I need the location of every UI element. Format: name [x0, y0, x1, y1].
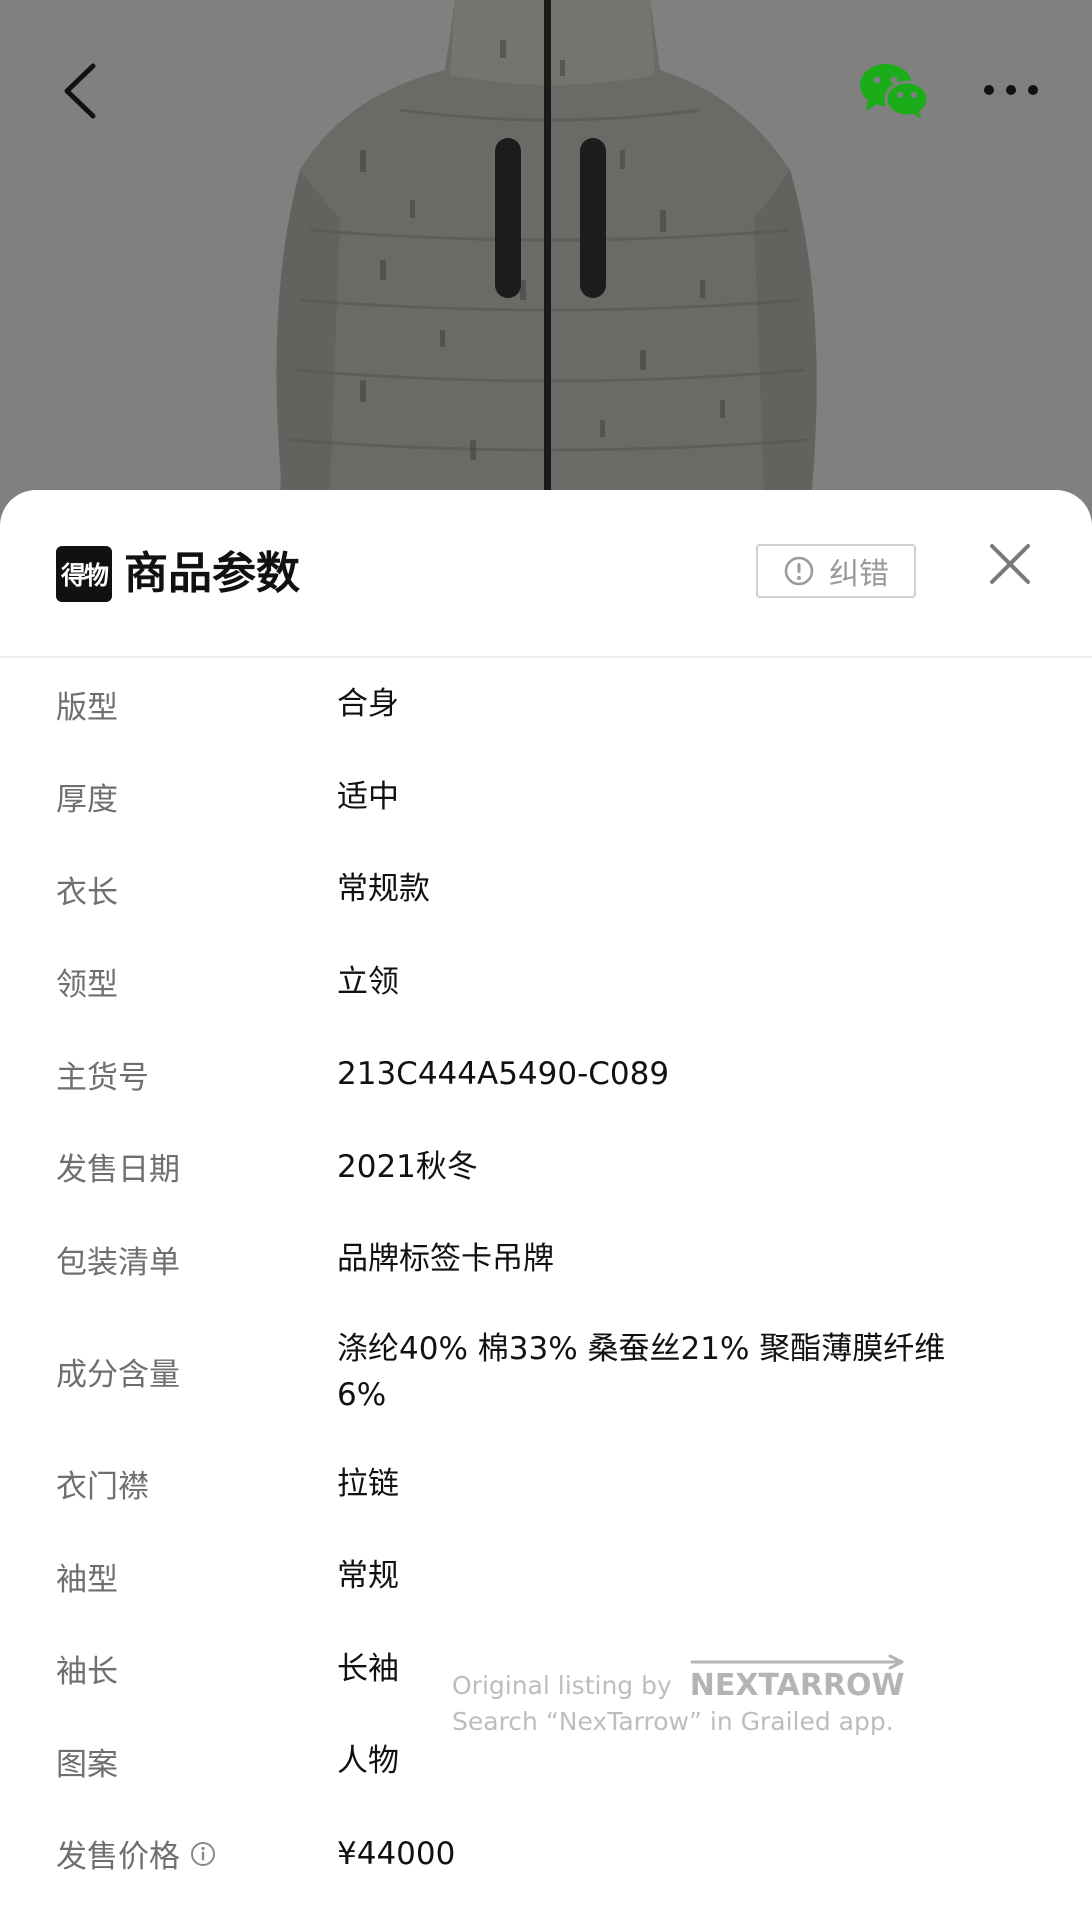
param-label: 发售日期 — [56, 1152, 180, 1189]
param-row-sku: 主货号 213C444A5490-C089 — [0, 1028, 1092, 1121]
param-value: 2021秋冬 — [337, 1148, 478, 1185]
param-label-with-info: 发售价格 — [56, 1831, 316, 1876]
wechat-icon — [860, 64, 930, 119]
close-button[interactable] — [984, 538, 1036, 590]
param-label: 衣门襟 — [56, 1469, 149, 1506]
param-label: 袖长 — [56, 1654, 118, 1691]
param-row-placket: 衣门襟 拉链 — [0, 1438, 1092, 1531]
param-label: 成分含量 — [56, 1357, 180, 1393]
more-dots-icon — [984, 85, 1038, 95]
report-error-label: 纠错 — [829, 557, 889, 592]
param-label: 衣长 — [56, 874, 118, 911]
param-label-text: 发售价格 — [56, 1839, 180, 1876]
param-value: 拉链 — [337, 1465, 399, 1502]
param-label: 图案 — [56, 1746, 118, 1783]
param-value: 合身 — [337, 686, 399, 723]
param-label: 版型 — [56, 689, 118, 726]
param-value: 涤纶40% 棉33% 桑蚕丝21% 聚酯薄膜纤维6% — [337, 1330, 946, 1413]
report-error-button[interactable]: 纠错 — [756, 544, 916, 598]
param-label: 厚度 — [56, 782, 118, 819]
param-row-length: 衣长 常规款 — [0, 843, 1092, 936]
param-value: 立领 — [337, 963, 399, 1000]
watermark-line2: Search “NexTarrow” in Grailed app. — [452, 1707, 894, 1736]
close-icon — [990, 544, 1030, 584]
param-value: ¥44000 — [337, 1835, 456, 1872]
param-row-fit: 版型 合身 — [0, 658, 1092, 751]
param-row-composition: 成分含量 涤纶40% 棉33% 桑蚕丝21% 聚酯薄膜纤维6% — [0, 1306, 1092, 1438]
param-label: 领型 — [56, 967, 118, 1004]
param-row-sleeve-type: 袖型 常规 — [0, 1530, 1092, 1623]
param-label: 主货号 — [56, 1059, 149, 1096]
param-value: 常规款 — [337, 871, 430, 908]
product-image-area — [0, 0, 1092, 520]
param-row-release-date: 发售日期 2021秋冬 — [0, 1121, 1092, 1214]
arrow-right-icon — [690, 1654, 904, 1670]
sheet-title: 商品参数 — [124, 548, 300, 599]
alert-circle-icon — [784, 556, 814, 586]
param-label: 袖型 — [56, 1561, 118, 1598]
param-value: 213C444A5490-C089 — [337, 1056, 670, 1093]
info-circle-icon — [191, 1841, 215, 1866]
param-value: 适中 — [337, 778, 399, 815]
param-row-price: 发售价格 ¥44000 — [0, 1808, 1092, 1901]
watermark-brand-text: NEXTARROW — [689, 1668, 905, 1703]
chevron-left-icon — [64, 63, 96, 119]
param-row-collar: 领型 立领 — [0, 936, 1092, 1029]
watermark: Original listing by NEXTARROW Search “Ne… — [452, 1654, 922, 1736]
watermark-brand: NEXTARROW — [689, 1654, 905, 1703]
back-button[interactable] — [48, 52, 110, 130]
param-label: 包装清单 — [56, 1244, 180, 1281]
watermark-line1: Original listing by — [452, 1671, 672, 1700]
param-value: 常规 — [337, 1558, 399, 1595]
param-row-thickness: 厚度 适中 — [0, 751, 1092, 844]
product-params-sheet: 得物 商品参数 纠错 版型 合身 厚度 适中 衣长 常规款 领型 立领 主货号 … — [0, 490, 1092, 1920]
more-button[interactable] — [980, 70, 1042, 110]
sheet-header: 得物 商品参数 纠错 — [0, 490, 1092, 658]
wechat-share-button[interactable] — [856, 58, 932, 124]
info-icon[interactable] — [190, 1841, 216, 1867]
param-value: 品牌标签卡吊牌 — [337, 1241, 554, 1278]
param-row-package: 包装清单 品牌标签卡吊牌 — [0, 1213, 1092, 1306]
param-value: 人物 — [337, 1743, 399, 1780]
app-logo: 得物 — [56, 546, 112, 602]
